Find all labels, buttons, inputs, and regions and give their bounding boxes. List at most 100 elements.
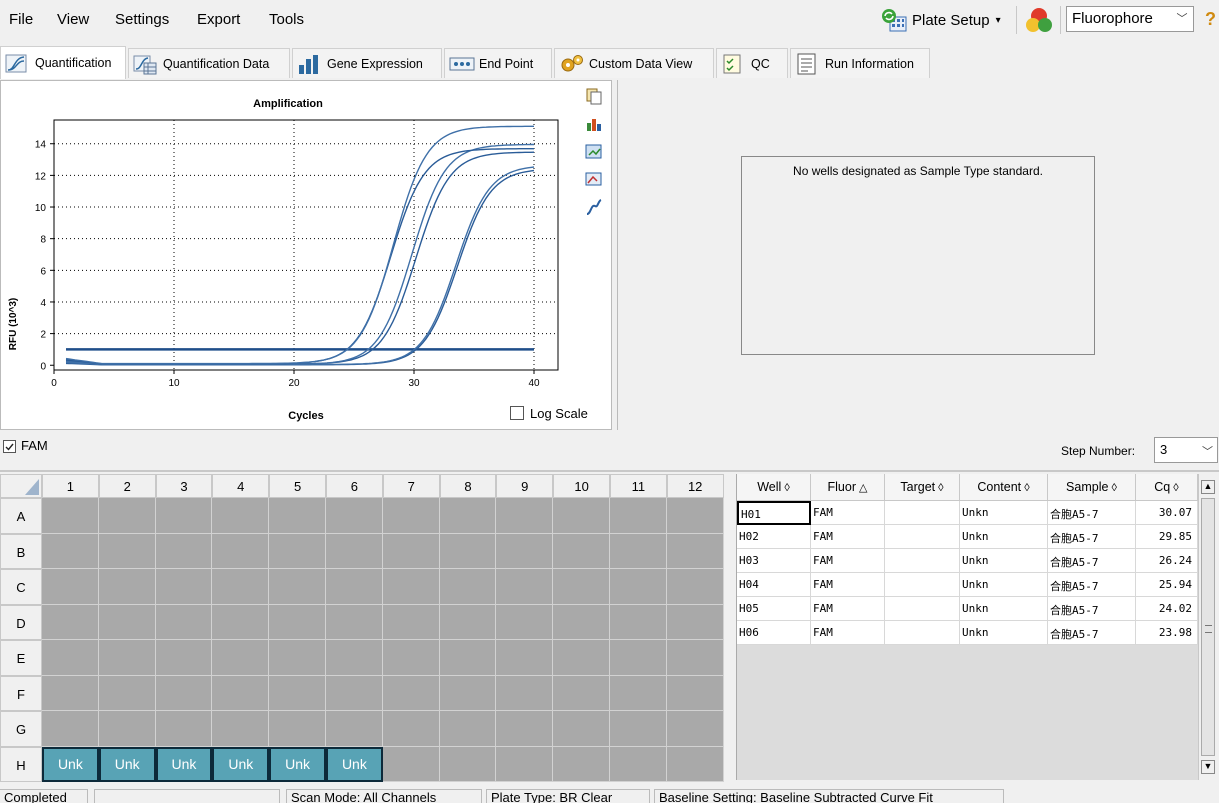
menu-settings[interactable]: Settings [115, 11, 169, 28]
plate-well[interactable] [553, 498, 610, 534]
plate-row-header[interactable]: B [0, 533, 42, 569]
plate-well[interactable] [666, 711, 724, 747]
plate-well[interactable] [98, 640, 156, 676]
table-cell-sample[interactable]: 合胞A5-7 [1048, 549, 1136, 573]
plate-well[interactable] [382, 675, 440, 711]
plate-well[interactable] [326, 498, 383, 534]
table-cell-fluor[interactable]: FAM [811, 621, 885, 645]
fluorophore-palette-icon[interactable] [1024, 5, 1054, 35]
plate-column-header[interactable]: 9 [496, 474, 554, 498]
plate-row-header[interactable]: F [0, 675, 42, 711]
table-cell-content[interactable]: Unkn [960, 573, 1048, 597]
plate-well-unknown[interactable]: Unk [98, 746, 156, 782]
plate-well[interactable] [610, 498, 667, 534]
table-cell-target[interactable] [885, 549, 960, 573]
plate-well[interactable] [496, 640, 554, 676]
table-cell-content[interactable]: Unkn [960, 525, 1048, 549]
tab-run-information[interactable]: Run Information [790, 48, 930, 78]
plate-well[interactable] [496, 746, 554, 782]
plate-well[interactable] [666, 569, 724, 605]
table-cell-target[interactable] [885, 597, 960, 621]
plate-well[interactable] [382, 711, 440, 747]
tab-end-point[interactable]: End Point [444, 48, 552, 78]
table-cell-well[interactable]: H03 [737, 549, 811, 573]
table-cell-fluor[interactable]: FAM [811, 597, 885, 621]
plate-well[interactable] [98, 498, 156, 534]
menu-export[interactable]: Export [197, 11, 240, 28]
plate-well[interactable] [553, 640, 610, 676]
plate-well[interactable] [553, 675, 610, 711]
plate-well[interactable] [326, 533, 383, 569]
table-cell-content[interactable]: Unkn [960, 549, 1048, 573]
plate-well[interactable] [496, 711, 554, 747]
plate-well[interactable] [269, 533, 326, 569]
plate-well[interactable] [155, 498, 213, 534]
plate-well[interactable] [155, 569, 213, 605]
plate-well[interactable] [42, 533, 99, 569]
plate-well[interactable] [553, 569, 610, 605]
plate-well[interactable] [212, 711, 270, 747]
table-cell-target[interactable] [885, 573, 960, 597]
sort-icon[interactable]: ◊ [935, 482, 943, 494]
plate-well[interactable] [439, 711, 497, 747]
plate-well[interactable] [496, 604, 554, 640]
table-cell-cq[interactable]: 30.07 [1136, 501, 1198, 525]
plate-well[interactable] [212, 675, 270, 711]
plate-well[interactable] [155, 711, 213, 747]
fam-checkbox[interactable] [3, 440, 16, 453]
plate-well[interactable] [155, 533, 213, 569]
plate-well[interactable] [496, 569, 554, 605]
plate-well[interactable] [326, 604, 383, 640]
table-header-well[interactable]: Well ◊ [737, 474, 811, 501]
chart-settings-icon[interactable] [585, 142, 603, 160]
plate-well[interactable] [98, 675, 156, 711]
copy-icon[interactable] [585, 87, 603, 105]
plate-well[interactable] [382, 533, 440, 569]
table-cell-target[interactable] [885, 501, 960, 525]
plate-well[interactable] [155, 604, 213, 640]
table-cell-fluor[interactable]: FAM [811, 525, 885, 549]
table-cell-cq[interactable]: 25.94 [1136, 573, 1198, 597]
tab-qc[interactable]: QC [716, 48, 788, 78]
help-icon[interactable]: ? [1205, 9, 1216, 30]
plate-well-unknown[interactable]: Unk [326, 746, 383, 782]
scrollbar-thumb[interactable] [1201, 498, 1215, 756]
plate-well[interactable] [610, 640, 667, 676]
log-scale-toggle[interactable]: Log Scale [510, 404, 610, 422]
tab-quantification-data[interactable]: Quantification Data [128, 48, 290, 78]
table-cell-cq[interactable]: 23.98 [1136, 621, 1198, 645]
plate-column-header[interactable]: 6 [326, 474, 383, 498]
plate-well[interactable] [496, 533, 554, 569]
plate-well[interactable] [42, 640, 99, 676]
plate-well[interactable] [42, 569, 99, 605]
plate-well[interactable] [212, 640, 270, 676]
table-cell-fluor[interactable]: FAM [811, 501, 885, 525]
scroll-up-icon[interactable]: ▲ [1201, 480, 1215, 494]
curve-style-icon[interactable] [585, 198, 603, 216]
plate-well[interactable] [666, 498, 724, 534]
table-cell-cq[interactable]: 24.02 [1136, 597, 1198, 621]
export-chart-icon[interactable] [585, 115, 603, 133]
plate-well[interactable] [382, 498, 440, 534]
plate-column-header[interactable]: 4 [212, 474, 270, 498]
plate-well[interactable] [382, 604, 440, 640]
plate-well[interactable] [666, 604, 724, 640]
table-header-cq[interactable]: Cq ◊ [1136, 474, 1198, 501]
plate-well[interactable] [269, 711, 326, 747]
table-cell-content[interactable]: Unkn [960, 597, 1048, 621]
log-scale-checkbox[interactable] [510, 406, 524, 420]
step-number-select[interactable]: 3 ﹀ [1154, 437, 1218, 463]
plate-well[interactable] [155, 640, 213, 676]
plate-well[interactable] [439, 498, 497, 534]
plate-well[interactable] [42, 711, 99, 747]
plate-well[interactable] [42, 604, 99, 640]
table-cell-cq[interactable]: 26.24 [1136, 549, 1198, 573]
plate-well[interactable] [439, 533, 497, 569]
sort-icon[interactable]: ◊ [1170, 482, 1178, 494]
splitter[interactable] [0, 470, 1219, 472]
table-cell-sample[interactable]: 合胞A5-7 [1048, 525, 1136, 549]
menu-file[interactable]: File [9, 11, 33, 28]
plate-well[interactable] [212, 533, 270, 569]
plate-well[interactable] [382, 746, 440, 782]
plate-well[interactable] [269, 675, 326, 711]
